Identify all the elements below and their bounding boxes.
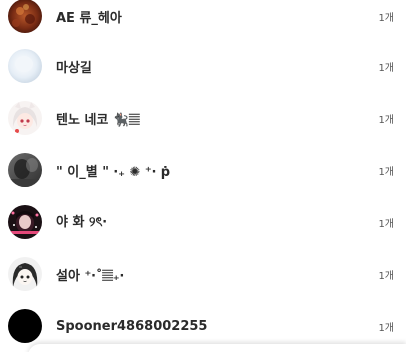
list-item[interactable]: AE 류_헤아 1개 [0, 0, 406, 42]
user-name: 텐노 네코 🐈‍⬛𝄚 [56, 112, 140, 128]
list-item[interactable]: 설아 ⁺‧˚𝄚₊‧ 1개 [0, 248, 406, 300]
item-count: 1개 [378, 270, 394, 282]
user-name: 야 화 ୨ৎ‧ [56, 214, 107, 230]
list-item[interactable]: " 이_별 " ‧₊ ✺ ⁺‧ ṗ 1개 [0, 144, 406, 196]
item-count: 1개 [378, 62, 394, 74]
item-count: 1개 [378, 218, 394, 230]
user-name: AE 류_헤아 [56, 10, 122, 26]
user-name: " 이_별 " ‧₊ ✺ ⁺‧ ṗ [56, 164, 171, 180]
item-count: 1개 [378, 322, 394, 334]
grayscale-photo-avatar [8, 153, 42, 187]
bottom-sheet-edge [28, 344, 406, 352]
user-name: 마상길 [56, 60, 92, 76]
pale-blue-avatar [8, 49, 42, 83]
list-item[interactable]: 야 화 ୨ৎ‧ 1개 [0, 196, 406, 248]
list-item[interactable]: 마상길 1개 [0, 40, 406, 92]
list-item[interactable]: 텐노 네코 🐈‍⬛𝄚 1개 [0, 92, 406, 144]
item-count: 1개 [378, 166, 394, 178]
user-name: Spooner4868002255 [56, 318, 208, 334]
black-avatar [8, 309, 42, 343]
anime-girl-avatar [8, 101, 42, 135]
dark-pink-avatar [8, 205, 42, 239]
dark-red-texture-avatar [8, 0, 42, 33]
user-name: 설아 ⁺‧˚𝄚₊‧ [56, 268, 125, 284]
item-count: 1개 [378, 114, 394, 126]
sketch-girl-avatar [8, 257, 42, 291]
user-list: AE 류_헤아 1개 마상길 1개 [0, 0, 406, 352]
item-count: 1개 [378, 12, 394, 24]
